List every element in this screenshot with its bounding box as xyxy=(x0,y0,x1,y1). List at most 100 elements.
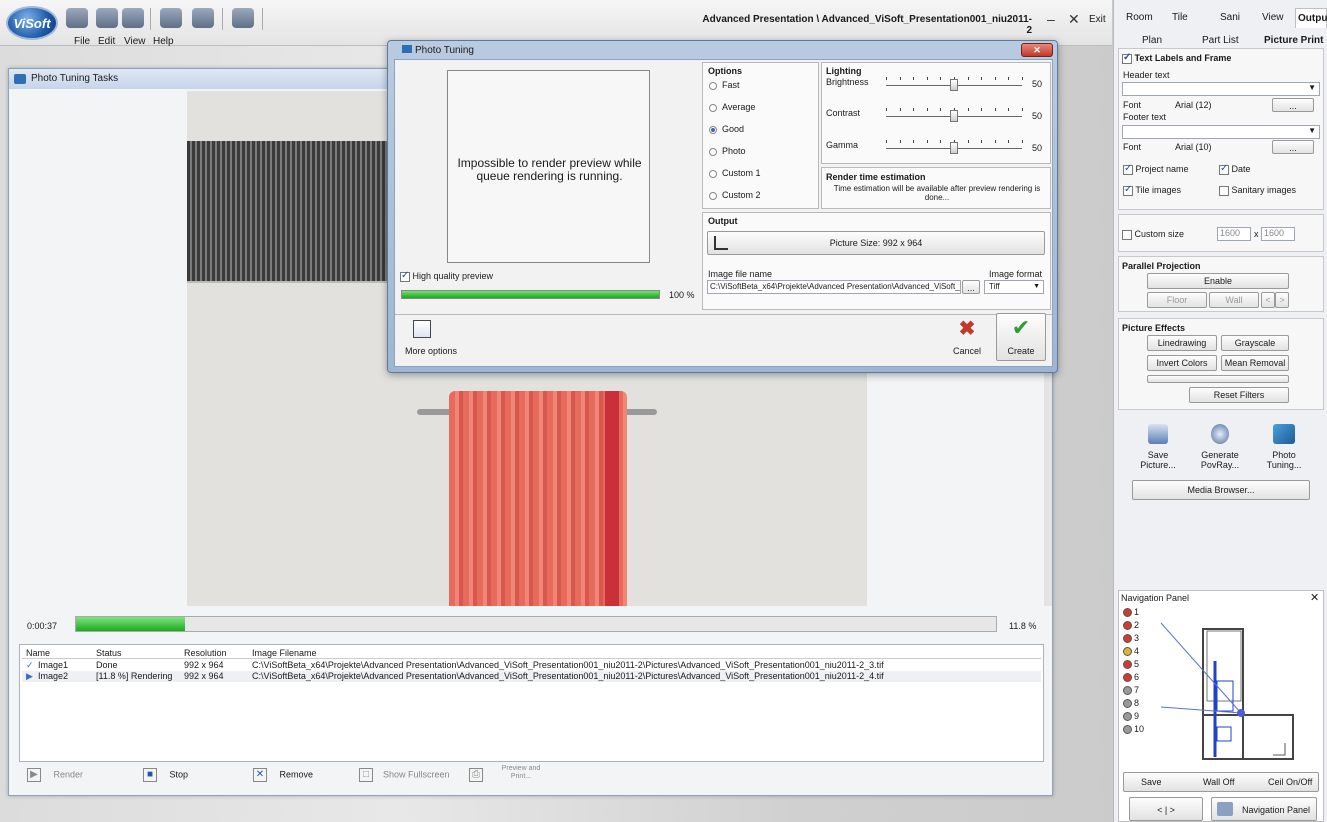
camera-point[interactable]: 9 xyxy=(1123,711,1139,722)
brightness-slider-thumb[interactable] xyxy=(950,79,958,91)
camera-point[interactable]: 3 xyxy=(1123,633,1139,644)
header-font-button[interactable]: ... xyxy=(1272,98,1314,112)
mean-removal-button[interactable]: Mean Removal xyxy=(1221,355,1289,371)
save-picture-icon[interactable] xyxy=(1148,424,1168,444)
image-format-select[interactable]: Tiff ▼ xyxy=(984,280,1044,294)
file-browse-button[interactable]: ... xyxy=(962,280,980,294)
tab-room[interactable]: Room xyxy=(1126,12,1153,23)
date-checkbox[interactable] xyxy=(1219,163,1229,175)
chevron-down-icon[interactable]: ▼ xyxy=(1308,83,1316,92)
povray-icon[interactable] xyxy=(1211,424,1229,444)
camera-point[interactable]: 4 xyxy=(1123,646,1139,657)
next-wall-button[interactable]: > xyxy=(1275,292,1289,308)
reset-filters-button[interactable]: Reset Filters xyxy=(1189,387,1289,403)
file-name-input[interactable]: C:\ViSoftBeta_x64\Projekte\Advanced Pres… xyxy=(707,280,961,294)
save-view-button[interactable]: Save xyxy=(1141,777,1162,787)
app-logo[interactable]: ViSoft xyxy=(6,6,58,40)
menu-file[interactable]: File xyxy=(74,36,90,47)
floor-plan-minimap[interactable] xyxy=(1157,617,1307,763)
sanitary-images-checkbox[interactable] xyxy=(1219,185,1229,196)
radio-button[interactable] xyxy=(709,147,717,156)
prev-wall-button[interactable]: < xyxy=(1261,292,1275,308)
open-project-icon[interactable] xyxy=(96,8,118,28)
quality-option-custom-2[interactable]: Custom 2 xyxy=(709,190,761,200)
nav-prev-button[interactable]: < xyxy=(1157,805,1162,815)
subtab-picture-print[interactable]: Picture Print xyxy=(1264,35,1323,46)
camera-point[interactable]: 8 xyxy=(1123,698,1139,709)
text-labels-checkbox[interactable] xyxy=(1122,52,1132,64)
photo-tuning-action[interactable]: Photo Tuning... xyxy=(1254,424,1314,470)
high-quality-preview-checkbox[interactable] xyxy=(400,270,410,282)
project-name-checkbox[interactable] xyxy=(1123,163,1133,175)
exit-button[interactable]: Exit xyxy=(1089,14,1106,25)
high-quality-preview-option[interactable]: High quality preview xyxy=(400,270,493,282)
custom-height-input[interactable]: 1600 xyxy=(1261,227,1295,241)
render-button[interactable]: ▶ Render xyxy=(27,768,83,782)
subtab-part-list[interactable]: Part List xyxy=(1202,35,1239,46)
floor-button[interactable]: Floor xyxy=(1147,292,1207,308)
cancel-button[interactable]: ✖ Cancel xyxy=(947,318,987,356)
camera-point[interactable]: 2 xyxy=(1123,620,1139,631)
column-status[interactable]: Status xyxy=(96,648,122,658)
chevron-down-icon[interactable]: ▼ xyxy=(1308,126,1316,135)
radio-button[interactable] xyxy=(709,103,717,112)
tab-sani[interactable]: Sani xyxy=(1220,12,1240,23)
close-icon[interactable]: ✕ xyxy=(1068,11,1080,28)
redo-icon[interactable] xyxy=(192,8,214,28)
tab-output[interactable]: Output xyxy=(1295,8,1327,28)
header-text-input[interactable]: ▼ xyxy=(1122,82,1320,96)
quality-option-photo[interactable]: Photo xyxy=(709,146,746,156)
quality-option-good[interactable]: Good xyxy=(709,124,744,134)
picture-size-button[interactable]: Picture Size: 992 x 964 xyxy=(707,231,1045,255)
close-icon[interactable]: ✕ xyxy=(1310,591,1319,604)
create-button[interactable]: ✔ Create xyxy=(996,313,1046,361)
dialog-title[interactable]: Photo Tuning xyxy=(402,45,474,56)
camera-point[interactable]: 7 xyxy=(1123,685,1139,696)
gamma-slider-thumb[interactable] xyxy=(950,142,958,154)
save-project-icon[interactable] xyxy=(122,8,144,28)
wall-button[interactable]: Wall xyxy=(1209,292,1259,308)
remove-button[interactable]: ✕ Remove xyxy=(253,768,313,782)
column-resolution[interactable]: Resolution xyxy=(184,648,227,658)
menu-view[interactable]: View xyxy=(124,36,146,47)
custom-width-input[interactable]: 1600 xyxy=(1217,227,1251,241)
custom-size-option[interactable]: Custom size xyxy=(1122,229,1184,240)
effect-slider[interactable] xyxy=(1147,375,1289,383)
radio-button[interactable] xyxy=(709,125,717,134)
column-filename[interactable]: Image Filename xyxy=(252,648,317,658)
minimize-icon[interactable]: – xyxy=(1047,11,1055,27)
grayscale-button[interactable]: Grayscale xyxy=(1221,335,1289,351)
radio-button[interactable] xyxy=(709,81,717,90)
dialog-close-button[interactable]: ✕ xyxy=(1021,43,1053,57)
date-option[interactable]: Date xyxy=(1219,163,1251,175)
tile-images-checkbox[interactable] xyxy=(1123,184,1133,196)
new-project-icon[interactable] xyxy=(66,8,88,28)
project-name-option[interactable]: Project name xyxy=(1123,163,1189,175)
wall-off-button[interactable]: Wall Off xyxy=(1203,777,1235,787)
quality-option-average[interactable]: Average xyxy=(709,102,755,112)
invert-colors-button[interactable]: Invert Colors xyxy=(1147,355,1217,371)
photo-tuning-icon[interactable] xyxy=(1273,424,1295,444)
table-row[interactable]: ▶ Image2 [11.8 %] Rendering 992 x 964 C:… xyxy=(22,671,1041,682)
enable-projection-button[interactable]: Enable xyxy=(1147,273,1289,289)
column-name[interactable]: Name xyxy=(26,648,50,658)
menu-help[interactable]: Help xyxy=(153,36,174,47)
print-icon[interactable] xyxy=(232,8,254,28)
ceil-toggle-button[interactable]: Ceil On/Off xyxy=(1268,777,1312,787)
radio-button[interactable] xyxy=(709,169,717,178)
undo-icon[interactable] xyxy=(160,8,182,28)
sanitary-images-option[interactable]: Sanitary images xyxy=(1219,185,1296,196)
tile-images-option[interactable]: Tile images xyxy=(1123,184,1181,196)
subtab-plan[interactable]: Plan xyxy=(1142,35,1162,46)
more-options-button[interactable]: More options xyxy=(405,320,465,356)
footer-text-input[interactable]: ▼ xyxy=(1122,125,1320,139)
media-browser-button[interactable]: Media Browser... xyxy=(1132,480,1310,500)
save-picture-action[interactable]: Save Picture... xyxy=(1128,424,1188,470)
camera-point[interactable]: 5 xyxy=(1123,659,1139,670)
camera-point[interactable]: 6 xyxy=(1123,672,1139,683)
menu-edit[interactable]: Edit xyxy=(98,36,115,47)
quality-option-fast[interactable]: Fast xyxy=(709,80,740,90)
tab-tile[interactable]: Tile xyxy=(1172,12,1188,23)
radio-button[interactable] xyxy=(709,191,717,200)
contrast-slider-thumb[interactable] xyxy=(950,110,958,122)
